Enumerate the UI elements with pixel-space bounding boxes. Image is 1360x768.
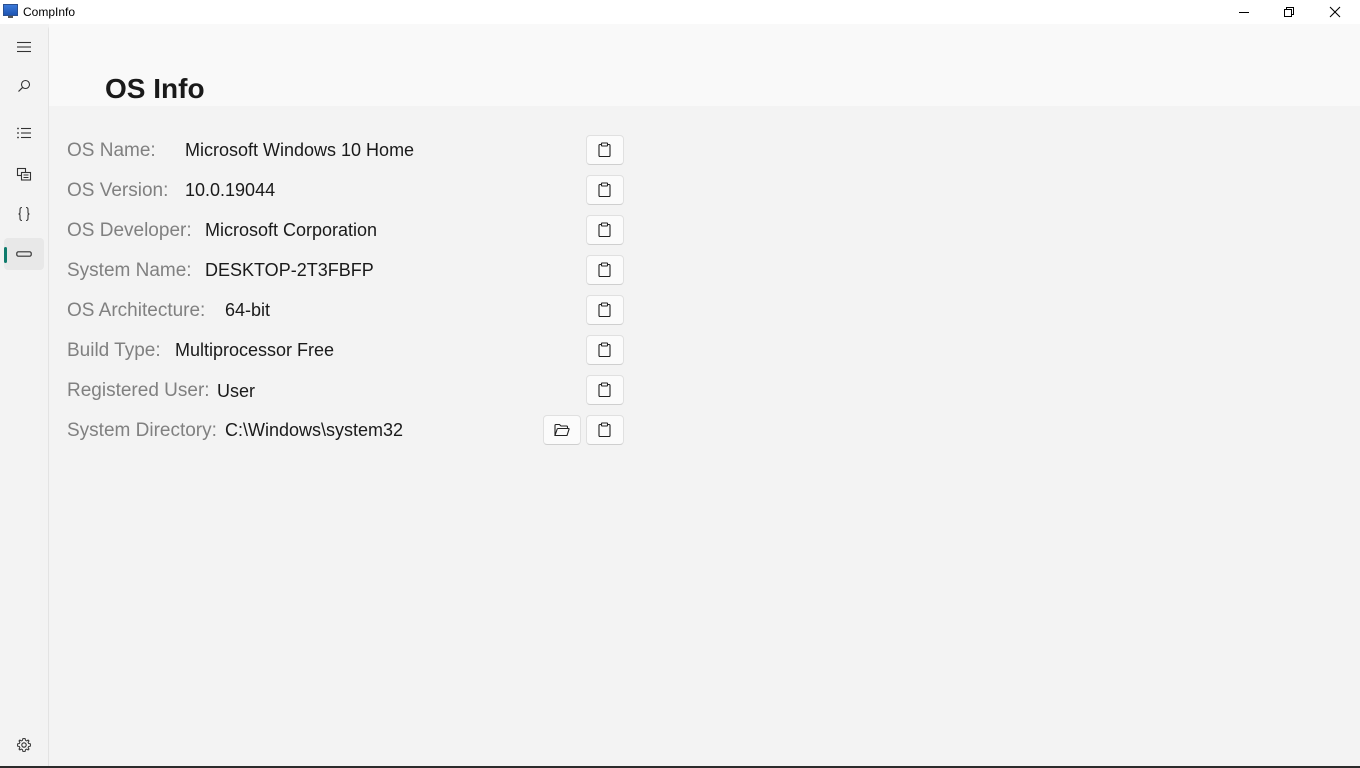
row-value: Multiprocessor Free	[175, 340, 335, 360]
search-icon	[18, 79, 31, 92]
copy-button[interactable]	[586, 255, 624, 285]
copy-icon	[598, 422, 611, 438]
nav-copy-pages-button[interactable]	[4, 158, 44, 190]
info-row-os-version: OS Version: 10.0.19044	[67, 174, 627, 206]
page-title: OS Info	[105, 73, 205, 104]
copy-icon	[598, 142, 611, 158]
row-value: 10.0.19044	[185, 180, 276, 200]
open-folder-button[interactable]	[543, 415, 581, 445]
window-title: CompInfo	[23, 5, 76, 19]
copy-button[interactable]	[586, 415, 624, 445]
copy-button[interactable]	[586, 375, 624, 405]
restore-icon	[1284, 7, 1294, 17]
copy-icon	[598, 382, 611, 398]
row-value: Microsoft Corporation	[205, 220, 378, 240]
info-row-os-name: OS Name: Microsoft Windows 10 Home	[67, 134, 627, 166]
info-row-system-name: System Name: DESKTOP-2T3FBFP	[67, 254, 627, 286]
row-value: DESKTOP-2T3FBFP	[205, 260, 374, 280]
minimize-button[interactable]	[1221, 0, 1267, 24]
nav-list-button[interactable]	[4, 117, 44, 149]
close-button[interactable]	[1312, 0, 1358, 24]
page-header: OS Info	[49, 24, 1360, 106]
copy-button[interactable]	[586, 175, 624, 205]
gear-icon	[16, 737, 32, 753]
row-label: System Directory:	[67, 420, 217, 441]
selection-indicator	[4, 247, 7, 263]
hamburger-menu-icon	[17, 41, 31, 53]
copy-button[interactable]	[586, 135, 624, 165]
nav-os-info-button[interactable]	[4, 238, 44, 270]
copy-icon	[598, 302, 611, 318]
info-row-system-directory: System Directory: C:\Windows\system32	[67, 414, 627, 446]
row-label: OS Developer:	[67, 220, 192, 241]
copy-icon	[598, 342, 611, 358]
list-icon	[17, 127, 31, 139]
row-value: 64-bit	[225, 300, 271, 320]
copy-icon	[598, 222, 611, 238]
copy-button[interactable]	[586, 215, 624, 245]
copy-icon	[598, 262, 611, 278]
row-label: Registered User:	[67, 380, 210, 401]
row-label: OS Architecture:	[67, 300, 206, 321]
row-label: System Name:	[67, 260, 192, 281]
nav-menu-button[interactable]	[4, 31, 44, 63]
copy-pages-icon	[16, 167, 32, 181]
braces-icon	[18, 206, 30, 222]
info-row-os-architecture: OS Architecture: 64-bit	[67, 294, 627, 326]
close-icon	[1329, 6, 1341, 18]
info-row-registered-user: Registered User: User	[67, 374, 627, 406]
app-monitor-icon	[3, 4, 18, 18]
minimize-icon	[1239, 12, 1249, 13]
title-bar: CompInfo	[0, 0, 1360, 24]
row-value: C:\Windows\system32	[225, 420, 404, 440]
row-value: User	[217, 381, 256, 401]
row-value: Microsoft Windows 10 Home	[185, 140, 415, 160]
nav-search-button[interactable]	[4, 70, 44, 102]
info-row-build-type: Build Type: Multiprocessor Free	[67, 334, 627, 366]
info-row-os-developer: OS Developer: Microsoft Corporation	[67, 214, 627, 246]
navigation-rail	[0, 24, 48, 766]
folder-open-icon	[554, 423, 570, 437]
copy-button[interactable]	[586, 295, 624, 325]
restore-button[interactable]	[1266, 0, 1312, 24]
nav-braces-button[interactable]	[4, 198, 44, 230]
drive-bar-icon	[16, 251, 32, 257]
copy-button[interactable]	[586, 335, 624, 365]
nav-settings-button[interactable]	[4, 729, 44, 761]
row-label: OS Name:	[67, 140, 156, 161]
copy-icon	[598, 182, 611, 198]
row-label: OS Version:	[67, 180, 169, 201]
content-area: OS Info OS Name: Microsoft Windows 10 Ho…	[48, 24, 1360, 766]
row-label: Build Type:	[67, 340, 161, 361]
